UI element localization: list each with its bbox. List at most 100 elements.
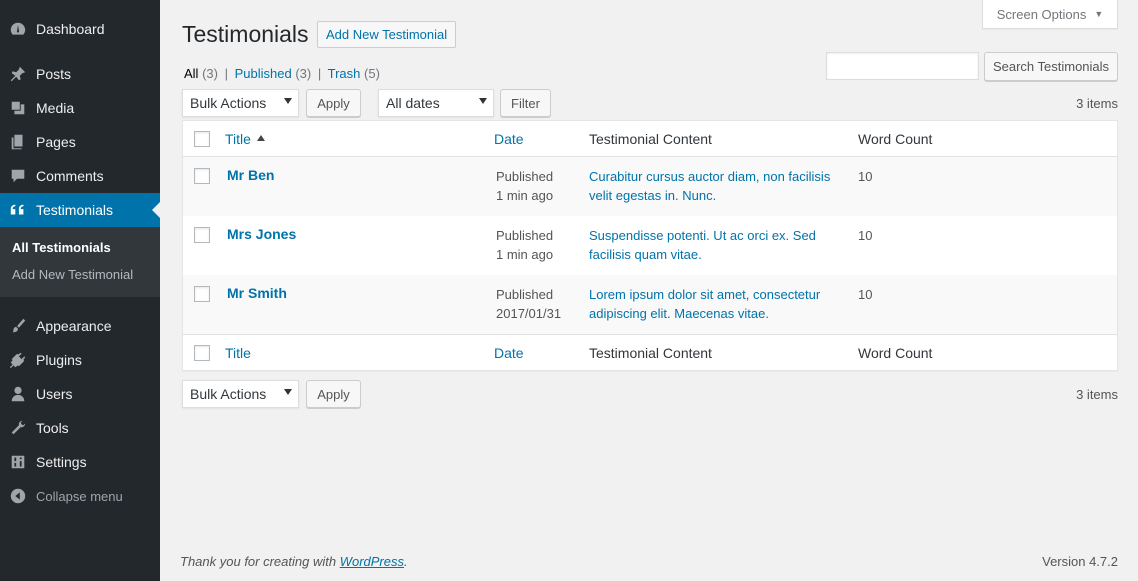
- row-date-value: 2017/01/31: [496, 306, 562, 321]
- menu-tools[interactable]: Tools: [0, 411, 160, 445]
- screen-options-button[interactable]: Screen Options ▼: [982, 0, 1118, 29]
- row-date: Published 1 min ago: [496, 226, 553, 264]
- page-title: Testimonials: [182, 21, 309, 47]
- select-all-checkbox[interactable]: [194, 131, 210, 147]
- row-date: Published 1 min ago: [496, 167, 553, 205]
- view-all-count: (3): [202, 66, 218, 81]
- pages-icon: [0, 133, 36, 151]
- submenu-all-testimonials[interactable]: All Testimonials: [0, 234, 160, 261]
- row-date-value: 1 min ago: [496, 247, 554, 262]
- menu-dashboard[interactable]: Dashboard: [0, 12, 160, 46]
- row-status: Published: [496, 169, 554, 184]
- view-published-count: (3): [295, 66, 312, 81]
- view-filters: All (3) | Published (3) | Trash (5): [184, 66, 380, 81]
- menu-appearance[interactable]: Appearance: [0, 309, 160, 343]
- table-row: Mrs Jones Published 1 min ago Suspendisse…: [183, 216, 1117, 275]
- menu-media-label: Media: [36, 100, 75, 116]
- testimonial-title-link[interactable]: Mrs Jones: [227, 226, 296, 242]
- column-content-header: Testimonial Content: [589, 130, 712, 147]
- testimonial-title-link[interactable]: Mr Smith: [227, 285, 287, 301]
- media-icon: [0, 99, 36, 117]
- view-published-link[interactable]: Published: [235, 66, 292, 81]
- column-date-sort[interactable]: Date: [494, 131, 524, 147]
- row-word-count: 10: [858, 287, 873, 302]
- menu-pages-label: Pages: [36, 134, 76, 150]
- row-checkbox[interactable]: [194, 286, 210, 302]
- row-checkbox[interactable]: [194, 168, 210, 184]
- apply-button[interactable]: Apply: [306, 89, 361, 117]
- main-content: Screen Options ▼ Testimonials Add New Te…: [160, 0, 1138, 581]
- select-all-checkbox-footer[interactable]: [194, 345, 210, 361]
- view-all-link[interactable]: All: [184, 66, 198, 81]
- row-word-count: 10: [858, 169, 873, 184]
- dropdown-arrow-icon: [284, 389, 292, 395]
- row-status: Published: [496, 228, 554, 243]
- plugin-icon: [0, 351, 36, 369]
- column-title-label: Title: [225, 130, 251, 147]
- menu-media[interactable]: Media: [0, 91, 160, 125]
- bulk-actions-value: Bulk Actions: [190, 95, 267, 111]
- menu-testimonials[interactable]: Testimonials: [0, 193, 160, 227]
- pin-icon: [0, 65, 36, 83]
- testimonial-title-link[interactable]: Mr Ben: [227, 167, 274, 183]
- testimonials-submenu: All Testimonials Add New Testimonial: [0, 227, 160, 297]
- row-content: Curabitur cursus auctor diam, non facili…: [589, 169, 831, 203]
- dates-value: All dates: [386, 95, 440, 111]
- column-word-count-header: Word Count: [858, 130, 933, 147]
- row-word-count: 10: [858, 228, 873, 243]
- paintbrush-icon: [0, 317, 36, 335]
- dashboard-icon: [0, 20, 36, 38]
- users-icon: [0, 385, 36, 403]
- wrench-icon: [0, 419, 36, 437]
- comment-icon: [0, 167, 36, 185]
- bulk-actions-select-bottom[interactable]: Bulk Actions: [182, 380, 299, 408]
- row-content: Lorem ipsum dolor sit amet, consectetur …: [589, 287, 821, 321]
- table-footer: Title Date Testimonial Content Word Coun…: [183, 334, 1117, 370]
- dates-select[interactable]: All dates: [378, 89, 494, 117]
- view-separator: |: [224, 66, 228, 81]
- column-date-sort-footer[interactable]: Date: [494, 345, 524, 361]
- column-title-sort[interactable]: Title: [225, 131, 265, 147]
- column-title-sort-footer[interactable]: Title: [225, 345, 251, 361]
- apply-button-bottom[interactable]: Apply: [306, 380, 361, 408]
- quote-icon: [0, 201, 36, 219]
- search-testimonials-button[interactable]: Search Testimonials: [984, 52, 1118, 81]
- row-status: Published: [496, 287, 554, 302]
- collapse-menu-button[interactable]: Collapse menu: [0, 479, 160, 513]
- menu-comments[interactable]: Comments: [0, 159, 160, 193]
- collapse-menu-label: Collapse menu: [36, 488, 123, 504]
- view-separator: |: [317, 66, 322, 81]
- column-word-count-footer: Word Count: [858, 344, 933, 361]
- view-trash-link[interactable]: Trash: [328, 66, 361, 81]
- menu-pages[interactable]: Pages: [0, 125, 160, 159]
- collapse-arrow-icon: [0, 487, 36, 505]
- search-input[interactable]: [826, 52, 979, 80]
- menu-posts[interactable]: Posts: [0, 57, 160, 91]
- dropdown-arrow-icon: [284, 98, 292, 104]
- view-trash-count: (5): [364, 66, 380, 81]
- table-row: Mr Smith Published 2017/01/31 Lorem ipsum…: [183, 275, 1117, 334]
- footer-thanks: Thank you for creating with WordPress.: [180, 554, 408, 569]
- table-row: Mr Ben Published 1 min ago Curabitur curs…: [183, 157, 1117, 216]
- menu-settings-label: Settings: [36, 454, 87, 470]
- row-content: Suspendisse potenti. Ut ac orci ex. Sed …: [589, 228, 816, 262]
- bulk-actions-select[interactable]: Bulk Actions: [182, 89, 299, 117]
- settings-icon: [0, 453, 36, 471]
- row-date: Published 2017/01/31: [496, 285, 561, 323]
- add-new-testimonial-button[interactable]: Add New Testimonial: [317, 21, 457, 48]
- menu-users[interactable]: Users: [0, 377, 160, 411]
- menu-settings[interactable]: Settings: [0, 445, 160, 479]
- menu-testimonials-label: Testimonials: [36, 202, 114, 218]
- menu-comments-label: Comments: [36, 168, 104, 184]
- wordpress-link[interactable]: WordPress: [340, 554, 404, 569]
- screen-options-label: Screen Options: [996, 6, 1087, 22]
- items-count: 3 items: [1076, 96, 1118, 111]
- menu-plugins[interactable]: Plugins: [0, 343, 160, 377]
- row-checkbox[interactable]: [194, 227, 210, 243]
- menu-separator: [0, 297, 160, 309]
- dropdown-arrow-icon: [479, 98, 487, 104]
- submenu-add-new-testimonial[interactable]: Add New Testimonial: [0, 261, 160, 288]
- filter-button[interactable]: Filter: [500, 89, 551, 117]
- menu-separator: [0, 46, 160, 57]
- footer-thanks-prefix: Thank you for creating with: [180, 554, 340, 569]
